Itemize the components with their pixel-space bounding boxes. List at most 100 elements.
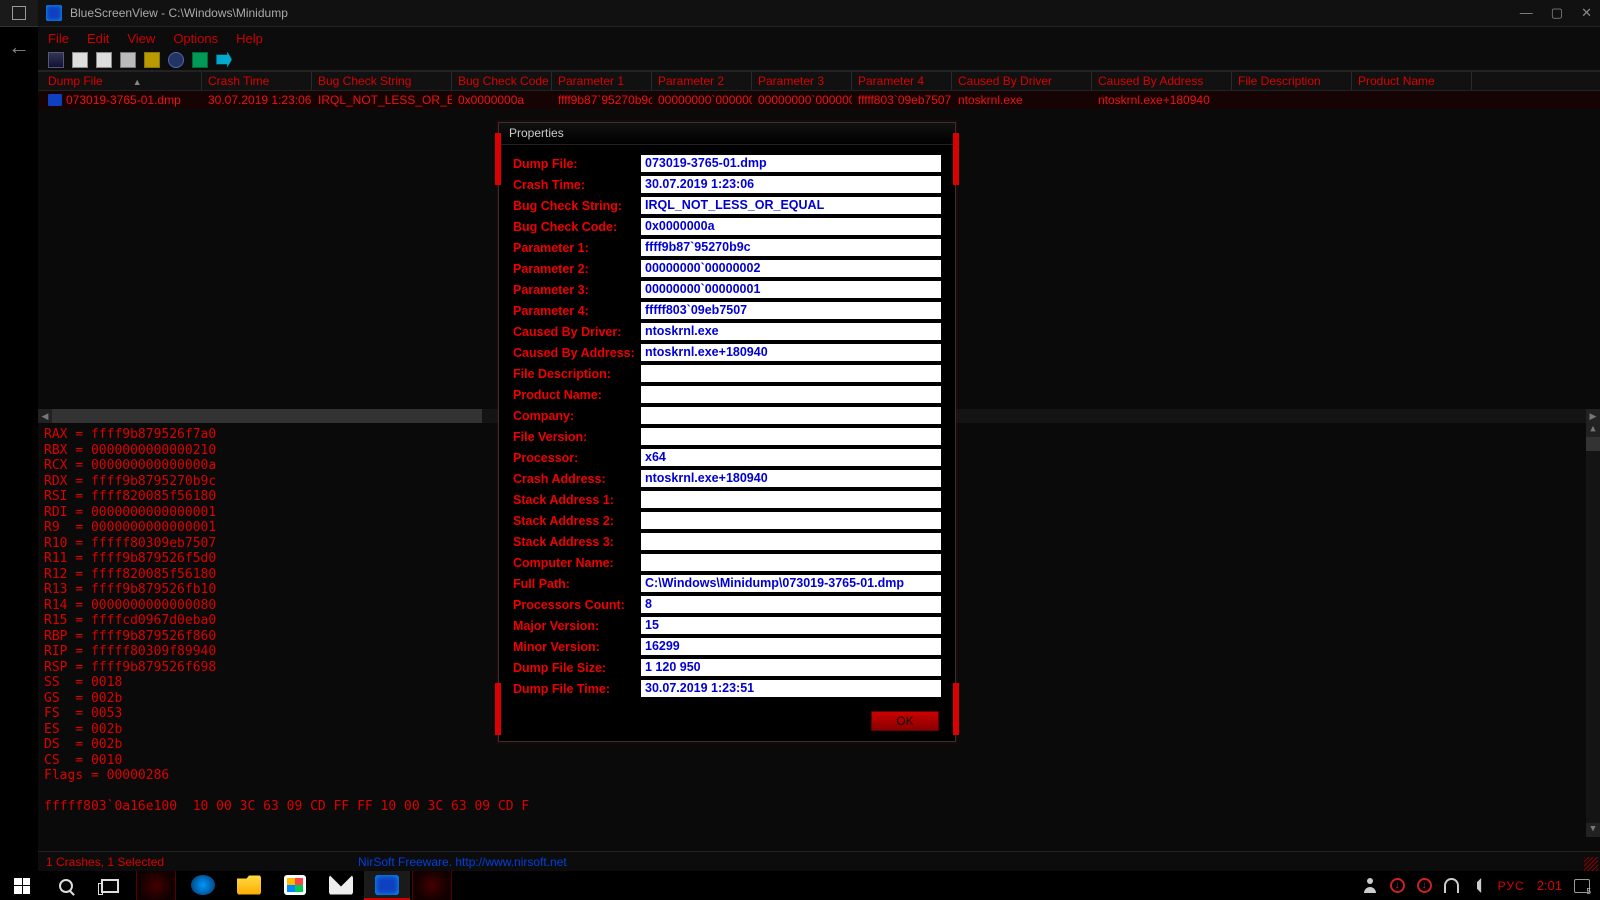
val-product-name[interactable] bbox=[641, 386, 941, 403]
val-bug-check-code[interactable]: 0x0000000a bbox=[641, 218, 941, 235]
notifications-icon[interactable] bbox=[1574, 879, 1590, 893]
find-icon[interactable] bbox=[168, 52, 184, 68]
val-full-path[interactable]: C:\Windows\Minidump\073019-3765-01.dmp bbox=[641, 575, 941, 592]
taskbar-app-edge[interactable] bbox=[180, 871, 226, 900]
exit-icon[interactable] bbox=[216, 52, 232, 68]
toolbar bbox=[38, 49, 1600, 71]
val-caused-by-address[interactable]: ntoskrnl.exe+180940 bbox=[641, 344, 941, 361]
minimize-button[interactable]: — bbox=[1520, 5, 1533, 21]
scroll-left-icon[interactable]: ◀ bbox=[38, 409, 52, 423]
col-bug-check-code[interactable]: Bug Check Code bbox=[452, 72, 552, 90]
edge-icon bbox=[191, 875, 215, 895]
lbl-size: Dump File Size: bbox=[513, 661, 641, 675]
search-button[interactable] bbox=[44, 871, 88, 900]
v-scrollbar-bottom[interactable]: ▲ ▼ bbox=[1586, 423, 1600, 837]
val-stack3[interactable] bbox=[641, 533, 941, 550]
col-caused-by-address[interactable]: Caused By Address bbox=[1092, 72, 1232, 90]
user-icon[interactable] bbox=[1363, 878, 1378, 893]
val-computer-name[interactable] bbox=[641, 554, 941, 571]
val-caused-by-driver[interactable]: ntoskrnl.exe bbox=[641, 323, 941, 340]
col-dump-file[interactable]: Dump File▲ bbox=[42, 72, 202, 90]
menu-help[interactable]: Help bbox=[236, 31, 263, 46]
menu-file[interactable]: File bbox=[48, 31, 69, 46]
taskbar-app-bluescreenview[interactable] bbox=[364, 871, 410, 900]
save-icon[interactable] bbox=[48, 52, 64, 68]
val-crash-time[interactable]: 30.07.2019 1:23:06 bbox=[641, 176, 941, 193]
resize-grip-icon[interactable] bbox=[1584, 857, 1598, 871]
val-bug-check-string[interactable]: IRQL_NOT_LESS_OR_EQUAL bbox=[641, 197, 941, 214]
lbl-processor: Processor: bbox=[513, 451, 641, 465]
val-p4[interactable]: fffff803`09eb7507 bbox=[641, 302, 941, 319]
val-company[interactable] bbox=[641, 407, 941, 424]
language-indicator[interactable]: РУС bbox=[1498, 879, 1525, 893]
lbl-file-version: File Version: bbox=[513, 430, 641, 444]
val-p2[interactable]: 00000000`00000002 bbox=[641, 260, 941, 277]
scroll-up-icon[interactable]: ▲ bbox=[1586, 423, 1600, 437]
val-minor[interactable]: 16299 bbox=[641, 638, 941, 655]
report-icon[interactable] bbox=[72, 52, 88, 68]
val-proc-count[interactable]: 8 bbox=[641, 596, 941, 613]
val-crash-address[interactable]: ntoskrnl.exe+180940 bbox=[641, 470, 941, 487]
col-product-name[interactable]: Product Name bbox=[1352, 72, 1472, 90]
task-view-button[interactable] bbox=[88, 871, 132, 900]
scroll-thumb[interactable] bbox=[1586, 437, 1600, 451]
sync-icon[interactable] bbox=[1417, 878, 1432, 893]
lbl-product-name: Product Name: bbox=[513, 388, 641, 402]
menu-edit[interactable]: Edit bbox=[87, 31, 109, 46]
back-arrow-icon: ← bbox=[8, 34, 30, 60]
taskview-icon bbox=[101, 879, 119, 893]
lbl-proc-count: Processors Count: bbox=[513, 598, 641, 612]
col-parameter-3[interactable]: Parameter 3 bbox=[752, 72, 852, 90]
host-back-button[interactable]: ← bbox=[0, 27, 38, 67]
status-vendor-link[interactable]: NirSoft Freeware. http://www.nirsoft.net bbox=[358, 855, 567, 869]
maximize-button[interactable]: ▢ bbox=[1551, 5, 1563, 21]
col-caused-by-driver[interactable]: Caused By Driver bbox=[952, 72, 1092, 90]
val-stack2[interactable] bbox=[641, 512, 941, 529]
sort-asc-icon: ▲ bbox=[133, 77, 142, 87]
menu-view[interactable]: View bbox=[127, 31, 155, 46]
download-icon[interactable] bbox=[1390, 878, 1405, 893]
col-file-description[interactable]: File Description bbox=[1232, 72, 1352, 90]
table-row[interactable]: 073019-3765-01.dmp 30.07.2019 1:23:06 IR… bbox=[38, 91, 1600, 109]
scroll-right-icon[interactable]: ▶ bbox=[1586, 409, 1600, 423]
sound-icon[interactable] bbox=[1471, 878, 1486, 893]
lbl-bug-check-code: Bug Check Code: bbox=[513, 220, 641, 234]
wifi-icon[interactable] bbox=[1444, 878, 1459, 893]
close-button[interactable]: ✕ bbox=[1581, 5, 1592, 21]
col-crash-time[interactable]: Crash Time bbox=[202, 72, 312, 90]
col-parameter-4[interactable]: Parameter 4 bbox=[852, 72, 952, 90]
clock[interactable]: 2:01 bbox=[1537, 878, 1562, 893]
lbl-p3: Parameter 3: bbox=[513, 283, 641, 297]
scroll-thumb[interactable] bbox=[52, 409, 482, 423]
val-major[interactable]: 15 bbox=[641, 617, 941, 634]
menu-options[interactable]: Options bbox=[173, 31, 218, 46]
refresh-icon[interactable] bbox=[192, 52, 208, 68]
ok-button[interactable]: OK bbox=[871, 711, 939, 731]
scroll-down-icon[interactable]: ▼ bbox=[1586, 823, 1600, 837]
col-parameter-1[interactable]: Parameter 1 bbox=[552, 72, 652, 90]
val-dump-file[interactable]: 073019-3765-01.dmp bbox=[641, 155, 941, 172]
val-processor[interactable]: x64 bbox=[641, 449, 941, 466]
col-bug-check-string[interactable]: Bug Check String bbox=[312, 72, 452, 90]
lbl-crash-time: Crash Time: bbox=[513, 178, 641, 192]
lbl-major: Major Version: bbox=[513, 619, 641, 633]
lbl-crash-address: Crash Address: bbox=[513, 472, 641, 486]
copy-icon[interactable] bbox=[120, 52, 136, 68]
val-p3[interactable]: 00000000`00000001 bbox=[641, 281, 941, 298]
statusbar: 1 Crashes, 1 Selected NirSoft Freeware. … bbox=[38, 851, 1600, 871]
col-parameter-2[interactable]: Parameter 2 bbox=[652, 72, 752, 90]
properties-icon[interactable] bbox=[144, 52, 160, 68]
val-file-version[interactable] bbox=[641, 428, 941, 445]
val-stack1[interactable] bbox=[641, 491, 941, 508]
taskbar-app-mail[interactable] bbox=[318, 871, 364, 900]
val-size[interactable]: 1 120 950 bbox=[641, 659, 941, 676]
val-file-description[interactable] bbox=[641, 365, 941, 382]
lbl-p1: Parameter 1: bbox=[513, 241, 641, 255]
host-tab-icon[interactable] bbox=[0, 0, 38, 27]
val-p1[interactable]: ffff9b87`95270b9c bbox=[641, 239, 941, 256]
html-report-icon[interactable] bbox=[96, 52, 112, 68]
start-button[interactable] bbox=[0, 871, 44, 900]
val-time[interactable]: 30.07.2019 1:23:51 bbox=[641, 680, 941, 697]
taskbar-app-store[interactable] bbox=[272, 871, 318, 900]
taskbar-app-explorer[interactable] bbox=[226, 871, 272, 900]
